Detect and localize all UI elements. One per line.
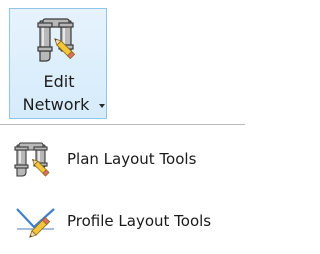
- edit-network-label-line2: Network: [22, 95, 90, 114]
- profile-layout-pencil-icon: [16, 208, 55, 238]
- edit-network-label-line1: Edit: [43, 72, 75, 91]
- edit-network-dropdown: Edit Network Plan Layout Tools Profile L…: [0, 0, 245, 254]
- menu-item-label: Plan Layout Tools: [67, 150, 197, 168]
- menu-item-plan-layout-tools[interactable]: Plan Layout Tools: [6, 135, 242, 183]
- separator: [0, 124, 245, 125]
- plan-layout-pipe-pencil-icon: [14, 142, 50, 177]
- edit-network-pipe-pencil-icon: [37, 18, 76, 62]
- menu-item-label: Profile Layout Tools: [67, 212, 212, 230]
- dropdown-arrow-icon[interactable]: [99, 104, 105, 108]
- edit-network-button[interactable]: Edit Network: [9, 8, 107, 119]
- menu-item-profile-layout-tools[interactable]: Profile Layout Tools: [6, 197, 242, 245]
